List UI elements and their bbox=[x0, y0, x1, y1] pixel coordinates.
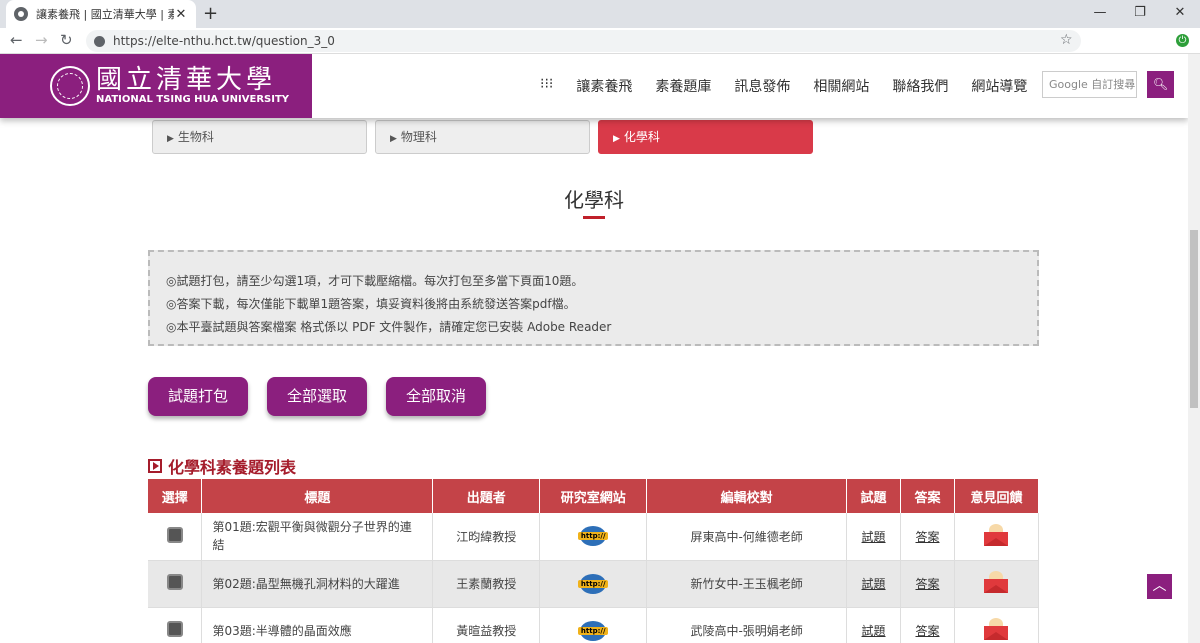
caret-right-icon: ▶ bbox=[390, 134, 397, 144]
tab-label: 生物科 bbox=[177, 130, 214, 144]
col-answer: 答案 bbox=[900, 479, 955, 513]
minimize-button[interactable]: — bbox=[1080, 0, 1120, 28]
logo-chinese-name: 國立清華大學 bbox=[96, 65, 277, 95]
browser-tabstrip: 讓素養飛 | 國立清華大學 | 素養題 ✕ + — ❐ ✕ bbox=[0, 0, 1200, 28]
menu-grid-icon[interactable]: ⁝⁝⁝ bbox=[540, 76, 553, 96]
deselect-all-button[interactable]: 全部取消 bbox=[386, 377, 486, 416]
question-title: 第02題:晶型無機孔洞材料的大躍進 bbox=[201, 560, 434, 608]
question-title: 第03題:半導體的晶面效應 bbox=[201, 607, 434, 643]
row-checkbox[interactable] bbox=[166, 574, 183, 590]
table-row: 第01題:宏觀平衡與微觀分子世界的連結 江昀緯教授 http:// 屏東高中-何… bbox=[148, 513, 1040, 561]
notice-box: ◎試題打包，請至少勾選1項，才可下載壓縮檔。每次打包至多當下頁面10題。 ◎答案… bbox=[148, 250, 1039, 346]
list-title: 化學科素養題列表 bbox=[148, 454, 296, 478]
answer-link[interactable]: 答案 bbox=[915, 530, 939, 544]
col-lab-site: 研究室網站 bbox=[539, 479, 648, 513]
pack-questions-button[interactable]: 試題打包 bbox=[148, 377, 248, 416]
list-title-text: 化學科素養題列表 bbox=[168, 458, 297, 477]
bookmark-star-icon[interactable]: ☆ bbox=[1060, 32, 1073, 48]
feedback-mail-icon[interactable] bbox=[984, 618, 1009, 640]
page-viewport: 國立清華大學 NATIONAL TSING HUA UNIVERSITY ⁝⁝⁝… bbox=[0, 54, 1188, 643]
notice-line: ◎試題打包，請至少勾選1項，才可下載壓縮檔。每次打包至多當下頁面10題。 bbox=[166, 274, 584, 288]
question-editor: 新竹女中-王玉楓老師 bbox=[646, 560, 848, 608]
lab-website-icon[interactable]: http:// bbox=[578, 620, 609, 641]
url-text: https://elte-nthu.hct.tw/question_3_0 bbox=[113, 34, 335, 48]
row-checkbox[interactable] bbox=[166, 621, 183, 637]
page-scrollbar[interactable] bbox=[1188, 54, 1200, 643]
extension-icon[interactable]: ⏻ bbox=[1176, 34, 1189, 47]
col-feedback: 意見回饋 bbox=[954, 479, 1040, 513]
question-editor: 武陵高中-張明娟老師 bbox=[646, 607, 848, 643]
new-tab-button[interactable]: + bbox=[203, 3, 218, 24]
col-select: 選擇 bbox=[148, 479, 203, 513]
logo-english-name: NATIONAL TSING HUA UNIVERSITY bbox=[96, 94, 290, 105]
question-title: 第01題:宏觀平衡與微觀分子世界的連結 bbox=[201, 513, 434, 561]
menu-item-sitemap[interactable]: 網站導覽 bbox=[971, 76, 1027, 96]
action-buttons: 試題打包 全部選取 全部取消 bbox=[148, 377, 505, 416]
question-author: 江昀緯教授 bbox=[432, 513, 541, 561]
back-to-top-button[interactable]: ︿ bbox=[1147, 574, 1172, 599]
security-icon[interactable] bbox=[94, 35, 105, 47]
question-table: 選擇 標題 出題者 研究室網站 編輯校對 試題 答案 意見回饋 第01題:宏觀平… bbox=[148, 479, 1040, 643]
tab-title: 讓素養飛 | 國立清華大學 | 素養題 bbox=[36, 8, 174, 21]
caret-right-icon: ▶ bbox=[167, 134, 174, 144]
table-row: 第03題:半導體的晶面效應 黃暄益教授 http:// 武陵高中-張明娟老師 試… bbox=[148, 607, 1040, 643]
row-checkbox[interactable] bbox=[166, 526, 183, 543]
browser-tab[interactable]: 讓素養飛 | 國立清華大學 | 素養題 ✕ bbox=[6, 0, 196, 28]
question-link[interactable]: 試題 bbox=[862, 624, 886, 638]
title-underline bbox=[583, 216, 605, 219]
maximize-button[interactable]: ❐ bbox=[1120, 0, 1160, 28]
page-title: 化學科 bbox=[564, 188, 624, 212]
lab-website-icon[interactable]: http:// bbox=[578, 573, 609, 594]
nthu-logo[interactable]: 國立清華大學 NATIONAL TSING HUA UNIVERSITY bbox=[0, 54, 312, 118]
search-icon: 🔍︎ bbox=[1152, 77, 1169, 91]
site-favicon-icon bbox=[14, 7, 28, 21]
browser-toolbar: ← → ↻ https://elte-nthu.hct.tw/question_… bbox=[0, 28, 1200, 54]
question-link[interactable]: 試題 bbox=[862, 577, 886, 591]
answer-link[interactable]: 答案 bbox=[915, 577, 939, 591]
col-editor: 編輯校對 bbox=[646, 479, 848, 513]
forward-icon[interactable]: → bbox=[35, 31, 48, 49]
subject-tabs: ▶ 生物科 ▶ 物理科 ▶ 化學科 bbox=[152, 120, 821, 154]
search-input[interactable]: Google 自訂搜尋 bbox=[1042, 71, 1137, 98]
tab-close-icon[interactable]: ✕ bbox=[174, 7, 188, 22]
tab-label: 物理科 bbox=[400, 130, 437, 144]
menu-item-news[interactable]: 訊息發佈 bbox=[734, 76, 790, 96]
tab-label: 化學科 bbox=[623, 130, 660, 144]
feedback-mail-icon[interactable] bbox=[984, 523, 1009, 546]
university-seal-icon bbox=[50, 66, 90, 106]
question-author: 黃暄益教授 bbox=[432, 607, 541, 643]
question-link[interactable]: 試題 bbox=[862, 530, 886, 544]
tab-chemistry[interactable]: ▶ 化學科 bbox=[598, 120, 813, 154]
notice-line: ◎答案下載，每次僅能下載單1題答案，填妥資料後將由系統發送答案pdf檔。 bbox=[166, 297, 576, 311]
feedback-mail-icon[interactable] bbox=[984, 571, 1009, 593]
lab-website-icon[interactable]: http:// bbox=[578, 526, 609, 547]
caret-right-icon: ▶ bbox=[613, 134, 620, 144]
notice-line: ◎本平臺試題與答案檔案 格式係以 PDF 文件製作，請確定您已安裝 Adobe … bbox=[166, 320, 612, 334]
menu-item-literacy[interactable]: 讓素養飛 bbox=[576, 76, 632, 96]
col-author: 出題者 bbox=[432, 479, 541, 513]
question-author: 王素蘭教授 bbox=[432, 560, 541, 608]
site-header: 國立清華大學 NATIONAL TSING HUA UNIVERSITY ⁝⁝⁝… bbox=[0, 54, 1188, 118]
main-menu: ⁝⁝⁝ 讓素養飛 素養題庫 訊息發佈 相關網站 聯絡我們 網站導覽 bbox=[540, 76, 1050, 96]
play-icon bbox=[148, 459, 162, 473]
window-controls: — ❐ ✕ bbox=[1080, 0, 1200, 28]
address-bar[interactable]: https://elte-nthu.hct.tw/question_3_0 bbox=[86, 30, 1081, 52]
col-title: 標題 bbox=[201, 479, 434, 513]
close-window-button[interactable]: ✕ bbox=[1160, 0, 1200, 28]
col-question: 試題 bbox=[846, 479, 902, 513]
search-button[interactable]: 🔍︎ bbox=[1147, 71, 1174, 98]
tab-physics[interactable]: ▶ 物理科 bbox=[375, 120, 590, 154]
menu-item-contact[interactable]: 聯絡我們 bbox=[892, 76, 948, 96]
menu-item-question-bank[interactable]: 素養題庫 bbox=[655, 76, 711, 96]
reload-icon[interactable]: ↻ bbox=[60, 31, 73, 49]
menu-item-links[interactable]: 相關網站 bbox=[813, 76, 869, 96]
tab-biology[interactable]: ▶ 生物科 bbox=[152, 120, 367, 154]
scrollbar-thumb[interactable] bbox=[1190, 230, 1198, 408]
table-row: 第02題:晶型無機孔洞材料的大躍進 王素蘭教授 http:// 新竹女中-王玉楓… bbox=[148, 560, 1040, 608]
back-icon[interactable]: ← bbox=[10, 31, 23, 49]
table-header-row: 選擇 標題 出題者 研究室網站 編輯校對 試題 答案 意見回饋 bbox=[148, 479, 1040, 513]
select-all-button[interactable]: 全部選取 bbox=[267, 377, 367, 416]
question-editor: 屏東高中-何維德老師 bbox=[646, 513, 848, 561]
answer-link[interactable]: 答案 bbox=[915, 624, 939, 638]
